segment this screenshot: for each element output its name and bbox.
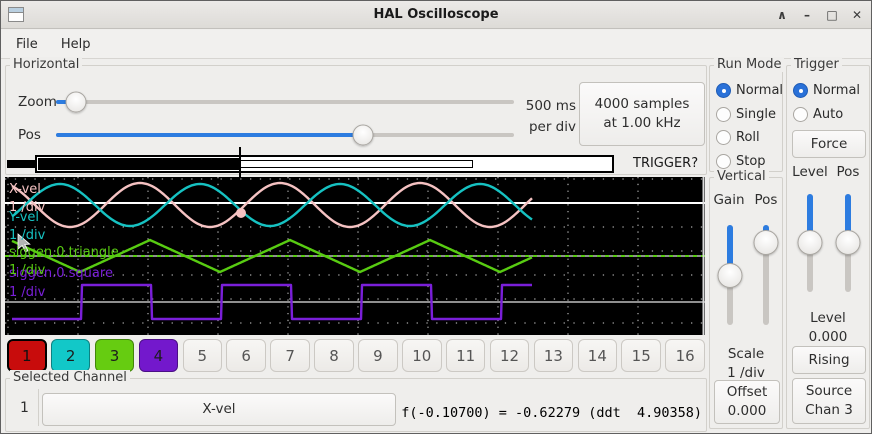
channel-button-8[interactable]: 8 [314,339,354,372]
trigger-level-value: 0.000 [787,329,869,345]
trigger-status-label: TRIGGER? [633,156,698,171]
shade-button[interactable]: ∧ [774,7,790,23]
channel-source-button[interactable]: X-vel [42,393,396,426]
selected-channel-group-label: Selected Channel [10,370,130,385]
selected-channel-number: 1 [20,400,29,416]
channel-button-2[interactable]: 2 [51,339,91,372]
pos-slider-handle[interactable] [353,125,374,146]
radio-single[interactable]: Single [716,107,783,122]
trigger-pos-slider-handle[interactable] [836,230,861,255]
record-extent-bar [35,155,614,173]
samples-button[interactable]: 4000 samples at 1.00 kHz [579,82,705,146]
force-button[interactable]: Force [792,130,866,158]
vertical-group: Vertical Gain Pos Scale 1 /div Offset 0.… [709,177,783,429]
horizontal-group: Horizontal Zoom Pos 500 ms per div 4000 … [5,65,707,175]
minimize-button[interactable]: – [799,7,815,23]
zoom-slider-label: Zoom [18,94,57,110]
radio-normal[interactable]: Normal [716,83,783,98]
gain-slider-handle[interactable] [718,263,743,288]
record-position-bar[interactable] [7,151,707,177]
timebase-readout: 500 ms per div [496,96,576,138]
channel-button-9[interactable]: 9 [358,339,398,372]
radio-dot[interactable] [716,83,731,98]
titlebar[interactable]: HAL Oscilloscope ∧ – □ ✕ [1,1,871,29]
pos-slider-label: Pos [18,127,41,143]
radio-stop[interactable]: Stop [716,154,783,169]
radio-dot[interactable] [793,83,808,98]
trigger-group-label: Trigger [791,57,842,72]
radio-roll[interactable]: Roll [716,130,783,145]
vertical-group-label: Vertical [714,169,769,184]
scope-label: 1 /div [9,264,45,278]
trigger-level-slider-label: Level [789,164,831,180]
channel-button-10[interactable]: 10 [402,339,442,372]
gain-slider-label: Gain [710,192,748,208]
radio-normal[interactable]: Normal [793,83,860,98]
close-button[interactable]: ✕ [849,7,865,23]
channel-button-6[interactable]: 6 [226,339,266,372]
scope-label: siggen.0.triangle [9,246,119,260]
channel-button-13[interactable]: 13 [534,339,574,372]
vertical-pos-slider-label: Pos [747,192,785,208]
horizontal-group-label: Horizontal [10,57,82,72]
record-left-stub [7,160,35,168]
radio-dot[interactable] [716,154,731,169]
menubar: File Help [1,30,871,59]
app-window: HAL Oscilloscope ∧ – □ ✕ File Help Horiz… [0,0,872,434]
trigger-group: Trigger NormalAuto Force Level Pos Level… [786,65,870,429]
window-title: HAL Oscilloscope [1,1,871,29]
trigger-pos-slider-label: Pos [829,164,867,180]
scale-caption: Scale [710,346,782,362]
channel-button-15[interactable]: 15 [621,339,661,372]
channel-row: 12345678910111213141516 [5,339,707,373]
scale-value: 1 /div [710,365,782,381]
vertical-pos-slider-handle[interactable] [754,230,779,255]
channel-button-3[interactable]: 3 [95,339,135,372]
channel-button-14[interactable]: 14 [578,339,618,372]
offset-button[interactable]: Offset 0.000 [714,380,780,424]
horizontal-pos-slider[interactable] [56,124,514,146]
scope-display[interactable]: X-vel1 /divY-vel1 /divsiggen.0.triangles… [5,177,705,335]
channel-button-1[interactable]: 1 [7,339,47,372]
gain-slider[interactable] [717,213,743,337]
channel-button-12[interactable]: 12 [490,339,530,372]
channel-button-7[interactable]: 7 [270,339,310,372]
record-filled-bar [38,158,240,170]
selected-channel-group: Selected Channel 1 X-vel f(-0.10700) = -… [5,378,707,432]
trigger-level-caption: Level [787,310,869,326]
trigger-level-slider[interactable] [797,182,823,304]
zoom-slider-handle[interactable] [65,92,86,113]
zoom-slider-track[interactable] [56,100,514,104]
record-view-window [239,160,473,168]
radio-dot[interactable] [716,107,731,122]
pos-slider-fill [56,133,363,137]
scope-label: Y-vel [9,211,39,225]
menu-help[interactable]: Help [52,35,100,54]
radio-dot[interactable] [793,107,808,122]
channel-button-5[interactable]: 5 [183,339,223,372]
scope-label: X-vel [9,183,41,197]
maximize-button[interactable]: □ [824,7,840,23]
channel-value-readout: f(-0.10700) = -0.62279 (ddt 4.90358) [401,399,702,427]
run-mode-group: Run Mode NormalSingleRollStop [709,65,783,172]
trigger-level-slider-handle[interactable] [798,230,823,255]
scope-label: 1 /div [9,286,45,300]
zoom-slider[interactable] [56,91,514,113]
channel-button-11[interactable]: 11 [446,339,486,372]
trigger-pos-slider[interactable] [835,182,861,304]
channel-button-4[interactable]: 4 [139,339,179,372]
scope-label: 1 /div [9,229,45,243]
separator [38,389,39,426]
trigger-source-button[interactable]: Source Chan 3 [792,378,866,424]
radio-dot[interactable] [716,130,731,145]
vertical-pos-slider[interactable] [753,213,779,337]
radio-auto[interactable]: Auto [793,107,860,122]
menu-file[interactable]: File [7,35,47,54]
edge-button[interactable]: Rising [792,346,866,374]
trigger-position-marker [239,147,241,180]
run-mode-group-label: Run Mode [714,57,784,72]
channel-button-16[interactable]: 16 [665,339,705,372]
